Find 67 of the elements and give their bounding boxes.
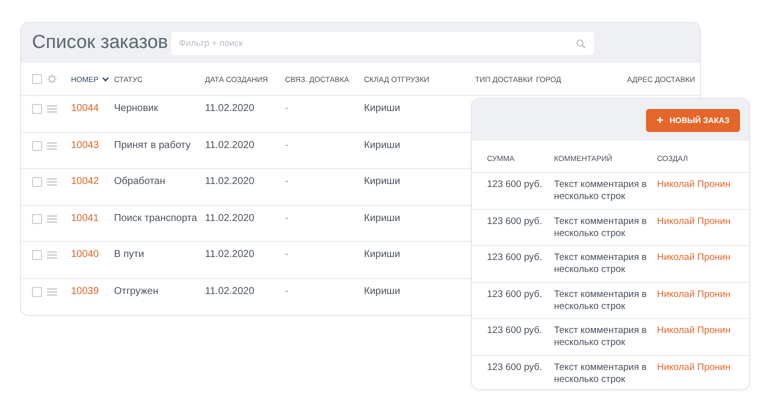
table-cell: 11.02.2020 — [205, 286, 254, 296]
table-cell: Кириши — [364, 176, 400, 187]
order-link[interactable]: 10039 — [71, 286, 99, 296]
table-cell: 123 600 руб. — [487, 288, 542, 300]
table-cell: - — [285, 176, 288, 187]
table-cell: 11.02.2020 — [205, 140, 254, 150]
table-cell: Текст комментария в несколько строк — [554, 216, 647, 239]
table-cell: - — [285, 212, 288, 224]
table-cell: Черновик — [114, 103, 158, 114]
caret-icon — [102, 76, 109, 82]
table-cell: Текст комментария в несколько строк — [554, 362, 647, 385]
menu-icon[interactable] — [47, 178, 57, 186]
table-cell: 11.02.2020 — [205, 176, 254, 187]
menu-icon[interactable] — [47, 142, 57, 150]
author-link[interactable]: Николай Пронин — [657, 179, 730, 190]
checkbox[interactable] — [32, 104, 42, 114]
page-title: Список заказов — [32, 32, 170, 54]
gear-icon[interactable] — [47, 74, 57, 84]
table-cell: 123 600 руб. — [487, 179, 542, 190]
checkbox[interactable] — [32, 177, 42, 187]
table-cell: 123 600 руб. — [487, 325, 542, 336]
order-link[interactable]: 10040 — [71, 249, 99, 260]
table-cell: 11.02.2020 — [205, 212, 254, 224]
table-cell: Кириши — [364, 212, 400, 224]
author-link[interactable]: Николай Пронин — [657, 362, 730, 373]
table-cell: Текст комментария в несколько строк — [554, 325, 647, 348]
table-cell: Отгружен — [114, 286, 158, 296]
checkbox[interactable] — [32, 286, 42, 296]
checkbox[interactable] — [32, 74, 42, 84]
table-cell: В пути — [114, 249, 144, 260]
table-cell: 123 600 руб. — [487, 252, 542, 264]
author-link[interactable]: Николай Пронин — [657, 216, 730, 227]
menu-icon[interactable] — [47, 214, 57, 222]
order-link[interactable]: 10042 — [71, 176, 99, 187]
table-cell: Принят в работу — [114, 140, 191, 150]
author-link[interactable]: Николай Пронин — [657, 252, 730, 264]
table-cell: - — [285, 249, 288, 260]
author-link[interactable]: Николай Пронин — [657, 325, 730, 336]
table-cell: 11.02.2020 — [205, 249, 254, 260]
order-link[interactable]: 10044 — [71, 103, 99, 114]
table-cell: Кириши — [364, 140, 400, 150]
menu-icon[interactable] — [47, 105, 57, 113]
table-cell: - — [285, 286, 288, 296]
table-cell: Кириши — [364, 249, 400, 260]
table-cell: 11.02.2020 — [205, 103, 254, 114]
search-field[interactable]: Фильтр + поиск — [171, 32, 594, 54]
table-cell: Обработан — [114, 176, 166, 187]
table-cell: Текст комментария в несколько строк — [554, 288, 647, 312]
checkbox[interactable] — [32, 214, 42, 224]
table-cell: 123 600 руб. — [487, 216, 542, 227]
checkbox[interactable] — [32, 250, 42, 260]
order-link[interactable]: 10043 — [71, 140, 99, 150]
author-link[interactable]: Николай Пронин — [657, 288, 730, 300]
table-cell: 123 600 руб. — [487, 362, 542, 373]
table-cell: - — [285, 140, 288, 150]
table-cell: Кириши — [364, 286, 400, 296]
order-link[interactable]: 10041 — [71, 212, 99, 224]
table-cell: Текст комментария в несколько строк — [554, 179, 647, 202]
table-cell: Текст комментария в несколько строк — [554, 252, 647, 276]
menu-icon[interactable] — [47, 251, 57, 259]
table-cell: Поиск транспорта — [114, 212, 198, 224]
menu-icon[interactable] — [47, 288, 57, 296]
search-icon — [576, 38, 586, 48]
checkbox[interactable] — [32, 140, 42, 150]
new-order-button[interactable]: + НОВЫЙ ЗАКАЗ — [646, 108, 740, 132]
table-cell: Кириши — [364, 103, 400, 114]
table-cell: - — [285, 103, 288, 114]
